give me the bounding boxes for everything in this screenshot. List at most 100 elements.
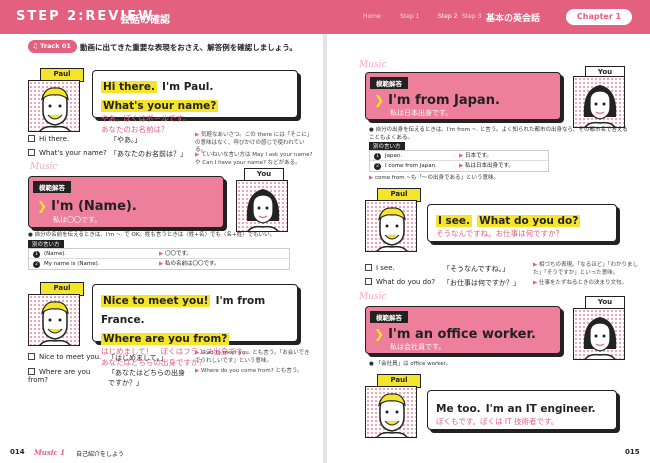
model-answer-label: 模範解答 bbox=[370, 311, 408, 323]
you-avatar bbox=[573, 76, 625, 128]
note: ▶ 仕事をたずねるときの決まり文句。 bbox=[533, 280, 627, 286]
track-label: Track 01 bbox=[40, 42, 71, 50]
phrase-en: What do you do? bbox=[376, 278, 436, 286]
phrase-en: Where are you from? bbox=[28, 368, 91, 384]
checkbox[interactable] bbox=[28, 135, 35, 142]
phrase-row[interactable]: Where are you from? bbox=[28, 368, 104, 384]
dialogue-bubble: Nice to meet you! I'm from France. Where… bbox=[92, 284, 298, 367]
phrase-ja: 「あなたのお名前は？」 bbox=[110, 150, 187, 158]
phrase-ja: 「あなたはどちらの出身ですか？」 bbox=[108, 369, 185, 387]
dialogue-line: I'm an IT engineer. bbox=[485, 403, 596, 415]
chevron-right-icon: ❯ bbox=[374, 93, 385, 107]
chevron-right-icon: ❯ bbox=[37, 199, 48, 213]
checkbox[interactable] bbox=[28, 149, 35, 156]
page-header: STEP 2:REVIEW 会話の確認 Home Step 1 Step 2 S… bbox=[0, 0, 650, 34]
answer-bubble: 模範解答 ❯ I'm (Name). 私は〇〇です。 bbox=[28, 176, 224, 228]
nav-step1[interactable]: Step 1 bbox=[400, 13, 419, 20]
checkbox[interactable] bbox=[28, 368, 35, 375]
phrase-row[interactable]: What do you do? bbox=[365, 278, 435, 286]
dialogue-bubble: Hi there. I'm Paul. What's your name? やあ… bbox=[92, 70, 298, 134]
phrase-en: What's your name? bbox=[39, 149, 107, 157]
example-row: 1Japan.日本です。 bbox=[370, 151, 548, 161]
dialogue-translation: ぼくもです。ぼくは IT 技術者です。 bbox=[436, 417, 559, 426]
model-answer: I'm an office worker. bbox=[388, 327, 536, 342]
checkbox[interactable] bbox=[365, 264, 372, 271]
intro-text: 動画に出てきた重要な表現をおさえ、解答例を確認しましょう。 bbox=[80, 43, 297, 52]
footer-music-mark: Music 1 bbox=[34, 448, 66, 457]
chevron-right-icon: ❯ bbox=[374, 327, 385, 341]
model-answer-translation: 私は〇〇です。 bbox=[53, 216, 102, 224]
dialogue-bubble: I see. What do you do? そうなんですね。お仕事は何ですか？ bbox=[427, 204, 617, 242]
model-answer: I'm from Japan. bbox=[388, 93, 500, 108]
examples-table: 1(Name).〇〇です。 2My name is (Name).私の名前は〇〇… bbox=[28, 248, 290, 270]
right-page: Music 模範解答 ❯ I'm from Japan. 私は日本出身です。 Yo… bbox=[327, 34, 650, 463]
note: ▶ ていねいな言い方は May I ask your name? や Can I… bbox=[195, 152, 313, 166]
track-badge[interactable]: ♫ Track 01 bbox=[28, 40, 77, 53]
music-logo: Music bbox=[359, 60, 387, 70]
paul-avatar bbox=[365, 200, 417, 252]
dialogue-line: I'm Paul. bbox=[162, 81, 214, 93]
explanation: ▶ come from ~も「～の出身である」という意味。 bbox=[369, 175, 499, 181]
dialogue-line: Hi there. bbox=[101, 81, 157, 93]
note: ▶ 相づちの表現。「なるほど」「わかりました」「そうですか」といった意味。 bbox=[533, 262, 638, 276]
phrase-en: Nice to meet you. bbox=[39, 353, 102, 361]
example-row: 1(Name).〇〇です。 bbox=[29, 249, 289, 259]
checkbox[interactable] bbox=[365, 278, 372, 285]
explanation: ● 自分の出身を伝えるときは、I'm from ~. と言う。よく知られた都市の… bbox=[369, 127, 628, 141]
phrase-row[interactable]: Hi there. bbox=[28, 135, 69, 143]
dialogue-line: I see. bbox=[436, 215, 473, 227]
answer-bubble: 模範解答 ❯ I'm an office worker. 私は会社員です。 bbox=[365, 306, 561, 354]
phrase-row[interactable]: What's your name? bbox=[28, 149, 107, 157]
dialogue-line: Me too. bbox=[436, 403, 481, 415]
model-answer: I'm (Name). bbox=[51, 199, 137, 214]
chapter-badge: Chapter 1 bbox=[566, 9, 632, 25]
answer-bubble: 模範解答 ❯ I'm from Japan. 私は日本出身です。 bbox=[365, 72, 561, 120]
nav-home[interactable]: Home bbox=[363, 13, 381, 20]
phrase-en: I see. bbox=[376, 264, 395, 272]
examples-table: 1Japan.日本です。 2I come from Japan.私は日本出身です… bbox=[369, 150, 549, 172]
dialogue-line: Nice to meet you! bbox=[101, 295, 211, 307]
music-logo: Music bbox=[359, 292, 387, 302]
examples-heading: 別の言い方 bbox=[28, 240, 64, 248]
footer-title: 自己紹介をしよう bbox=[76, 451, 125, 458]
model-answer-translation: 私は日本出身です。 bbox=[390, 109, 453, 117]
header-subtitle: 会話の確認 bbox=[120, 15, 170, 26]
note: ▶ Glad to meet you. とも言う。「お会いできてうれしいです」と… bbox=[195, 350, 310, 364]
dialogue-line: Where are you from? bbox=[101, 333, 230, 345]
checkbox[interactable] bbox=[28, 353, 35, 360]
book-title: 基本の英会話 bbox=[486, 14, 541, 24]
nav-step2[interactable]: Step 2 bbox=[438, 13, 457, 20]
note: ▶ Where do you come from? とも言う。 bbox=[195, 368, 303, 374]
phrase-en: Hi there. bbox=[39, 135, 70, 143]
phrase-ja: 「そうなんですね。」 bbox=[443, 265, 510, 273]
paul-avatar bbox=[365, 386, 417, 438]
dialogue-line: What do you do? bbox=[477, 215, 581, 227]
paul-avatar bbox=[28, 294, 80, 346]
explanation: ● 自分の名前を伝えるときは、I'm ~. で OK。姓も言うときは〈姓+名〉で… bbox=[28, 232, 276, 238]
page-number: 014 bbox=[10, 448, 25, 456]
phrase-ja: 「お仕事は何ですか？」 bbox=[443, 279, 520, 287]
phrase-ja: 「やあ。」 bbox=[110, 136, 142, 144]
phrase-row[interactable]: Nice to meet you. bbox=[28, 353, 101, 361]
model-answer-label: 模範解答 bbox=[33, 181, 71, 193]
explanation: ● 「会社員」は office worker。 bbox=[369, 361, 452, 367]
dialogue-line: What's your name? bbox=[101, 100, 219, 112]
phrase-row[interactable]: I see. bbox=[365, 264, 395, 272]
you-avatar bbox=[573, 308, 625, 360]
left-page: ♫ Track 01 動画に出てきた重要な表現をおさえ、解答例を確認しましょう。… bbox=[0, 34, 323, 463]
dialogue-bubble: Me too. I'm an IT engineer. ぼくもです。ぼくは IT… bbox=[427, 390, 617, 430]
model-answer-translation: 私は会社員です。 bbox=[390, 343, 446, 351]
model-answer-label: 模範解答 bbox=[370, 77, 408, 89]
dialogue-translation: やあ。ぼくはポールです。 bbox=[101, 114, 191, 123]
page-number: 015 bbox=[625, 448, 640, 456]
nav-step3[interactable]: Step 3 bbox=[462, 13, 481, 20]
dialogue-translation: そうなんですね。お仕事は何ですか？ bbox=[436, 229, 564, 238]
music-logo: Music bbox=[30, 162, 58, 172]
phrase-ja: 「はじめまして。」 bbox=[108, 354, 168, 362]
you-avatar bbox=[236, 180, 288, 232]
example-row: 2My name is (Name).私の名前は〇〇です。 bbox=[29, 259, 289, 269]
example-row: 2I come from Japan.私は日本出身です。 bbox=[370, 161, 548, 171]
music-note-icon: ♫ bbox=[32, 42, 41, 50]
paul-avatar bbox=[28, 80, 80, 132]
examples-heading: 別の言い方 bbox=[369, 142, 405, 150]
